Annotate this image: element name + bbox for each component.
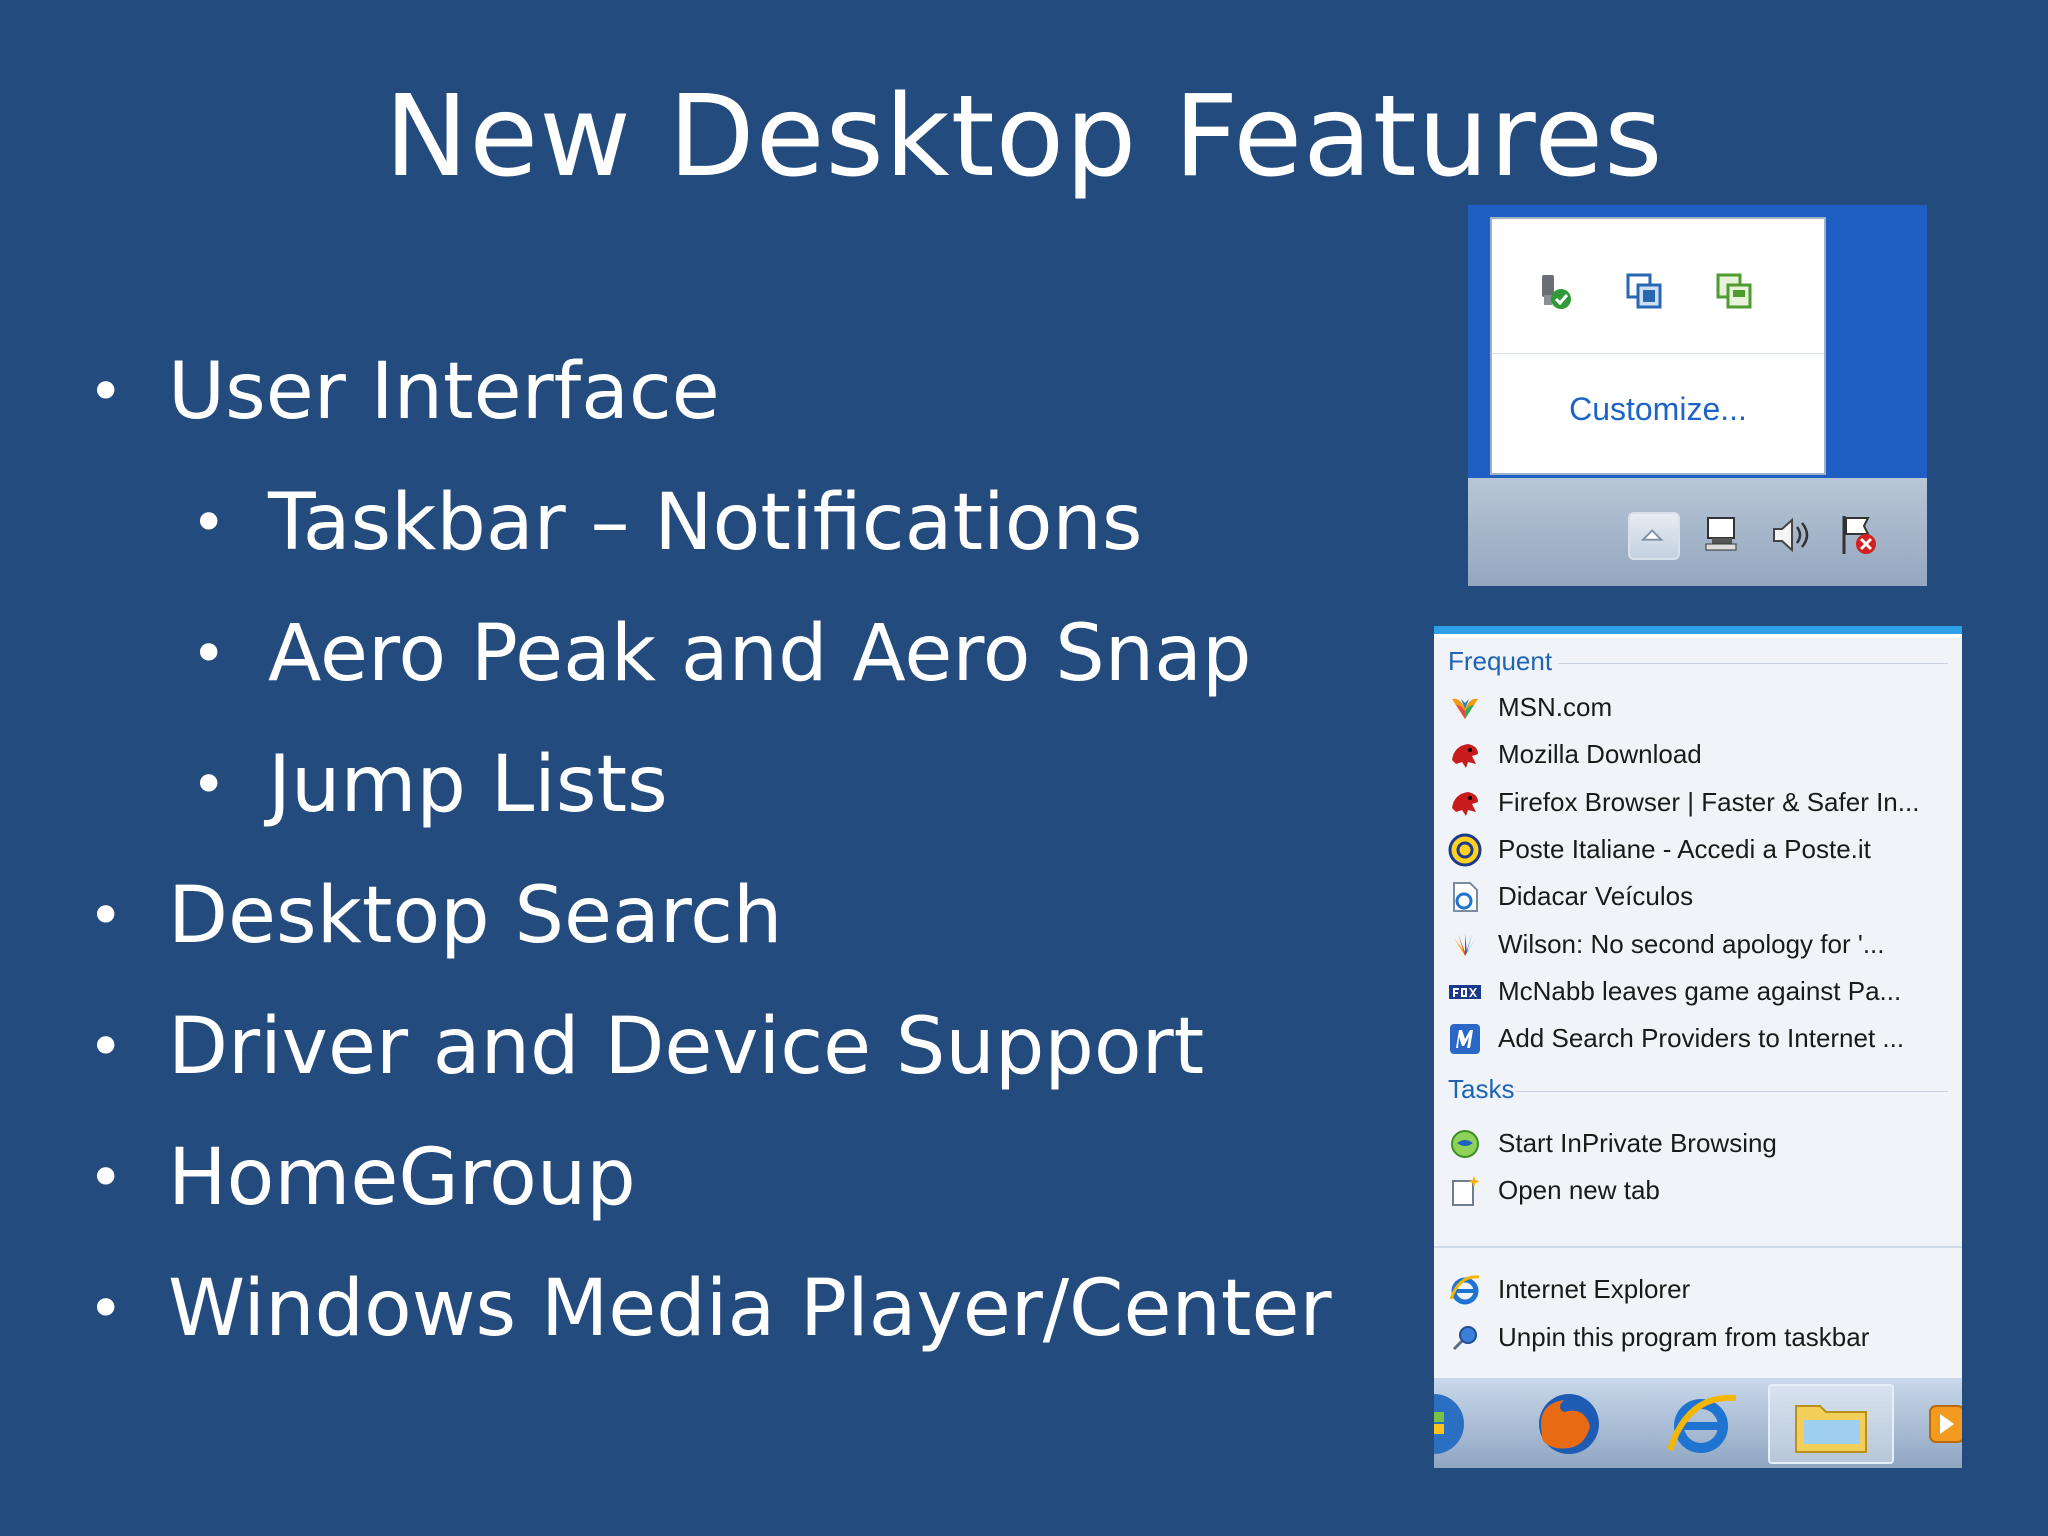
jump-list-item-label: McNabb leaves game against Pa... (1498, 976, 1902, 1006)
inprivate-icon (1451, 1130, 1479, 1158)
bullet-dot: • (88, 357, 124, 427)
start-orb-icon[interactable] (1434, 1384, 1472, 1464)
frequent-header: Frequent (1448, 646, 1553, 676)
jump-list-item-label: Mozilla Download (1498, 739, 1702, 769)
task-item[interactable]: Open new tab (1448, 1169, 1948, 1215)
program-item-label: Unpin this program from taskbar (1498, 1322, 1870, 1352)
jump-list-item-label: Firefox Browser | Faster & Safer In... (1498, 787, 1920, 817)
jump-list-item[interactable]: Poste Italiane - Accedi a Poste.it (1448, 828, 1948, 874)
bullet-text: Desktop Search (168, 871, 783, 961)
internet-explorer-icon[interactable] (1656, 1384, 1746, 1464)
task-item[interactable]: Start InPrivate Browsing (1448, 1122, 1948, 1168)
notification-overflow-popup: Customize... (1490, 217, 1826, 475)
bullet-dot: • (191, 619, 227, 689)
bullet-text: HomeGroup (168, 1133, 636, 1223)
tasks-header: Tasks (1448, 1074, 1515, 1104)
system-tray (1468, 478, 1927, 586)
program-item[interactable]: Internet Explorer (1448, 1268, 1948, 1314)
bullet-text: Aero Peak and Aero Snap (268, 609, 1252, 699)
taskbar (1434, 1378, 1962, 1468)
program-item[interactable]: Unpin this program from taskbar (1448, 1316, 1948, 1362)
mozilla-dinosaur-icon (1452, 792, 1478, 816)
bullet-text: Taskbar – Notifications (268, 478, 1143, 568)
show-hidden-icons-arrow-icon (1640, 529, 1664, 541)
task-item-label: Start InPrivate Browsing (1498, 1128, 1777, 1158)
jump-list-item-label: Wilson: No second apology for '... (1498, 929, 1885, 959)
bullet-text: Driver and Device Support (168, 1002, 1205, 1092)
internet-explorer-icon (1449, 1275, 1480, 1305)
bullet-dot: • (191, 488, 227, 558)
network-icon[interactable] (1702, 512, 1748, 558)
program-item-label: Internet Explorer (1498, 1274, 1691, 1304)
explorer-taskbar-button[interactable] (1768, 1384, 1894, 1464)
msn-butterfly-icon (1452, 698, 1478, 719)
volume-icon[interactable] (1768, 512, 1814, 558)
jump-list-top-highlight (1434, 634, 1962, 638)
microsoft-m-icon (1450, 1024, 1480, 1054)
divider (1516, 1091, 1948, 1092)
bullet-text: User Interface (168, 347, 720, 437)
jump-list-item[interactable]: McNabb leaves game against Pa... (1448, 970, 1948, 1016)
ie-page-icon (1453, 882, 1478, 912)
virtual-machine-icon[interactable] (1714, 271, 1754, 311)
new-tab-icon (1452, 1176, 1480, 1206)
bullet-text: Windows Media Player/Center (168, 1264, 1332, 1354)
explorer-folder-icon (1795, 1405, 1867, 1453)
usb-safe-remove-icon[interactable] (1534, 271, 1574, 311)
nbc-peacock-icon (1454, 934, 1476, 956)
media-player-icon[interactable] (1926, 1384, 1962, 1464)
bullet-dot: • (88, 1012, 124, 1082)
jump-list-item[interactable]: Add Search Providers to Internet ... (1448, 1017, 1948, 1063)
bullet-dot: • (88, 1274, 124, 1344)
fox-icon (1449, 985, 1481, 999)
jump-list-item[interactable]: Mozilla Download (1448, 733, 1948, 779)
show-hidden-icons-button[interactable] (1628, 512, 1680, 560)
jump-list-item[interactable]: Didacar Veículos (1448, 875, 1948, 921)
poste-icon (1448, 833, 1482, 867)
hidden-icons-row (1492, 219, 1824, 354)
firefox-icon[interactable] (1524, 1384, 1614, 1464)
jump-list-item-label: Didacar Veículos (1498, 881, 1694, 911)
bullet-dot: • (88, 1143, 124, 1213)
bullet-text: Jump Lists (268, 740, 668, 830)
jump-list-item[interactable]: Firefox Browser | Faster & Safer In... (1448, 781, 1948, 827)
mozilla-dinosaur-icon (1452, 744, 1478, 768)
jump-list-item[interactable]: MSN.com (1448, 686, 1948, 732)
jump-list-item-label: Add Search Providers to Internet ... (1498, 1023, 1905, 1053)
notification-area-screenshot: Customize... (1468, 205, 1927, 586)
unpin-icon (1452, 1326, 1477, 1351)
jump-list-screenshot: Frequent MSN.com Mozilla Download Firefo… (1434, 626, 1962, 1468)
network-adapter-icon[interactable] (1624, 271, 1664, 311)
jump-list-top-edge (1434, 626, 1962, 634)
task-item-label: Open new tab (1498, 1175, 1660, 1205)
jump-list-item[interactable]: Wilson: No second apology for '... (1448, 923, 1948, 969)
customize-link[interactable]: Customize... (1492, 391, 1824, 428)
bullet-dot: • (88, 881, 124, 951)
slide-title: New Desktop Features (384, 72, 1664, 202)
divider (1558, 663, 1948, 664)
jump-list-item-label: Poste Italiane - Accedi a Poste.it (1498, 834, 1871, 864)
jump-list-item-label: MSN.com (1498, 692, 1613, 722)
bullet-dot: • (191, 750, 227, 820)
divider (1434, 1246, 1962, 1248)
action-center-flag-icon[interactable] (1836, 512, 1882, 558)
